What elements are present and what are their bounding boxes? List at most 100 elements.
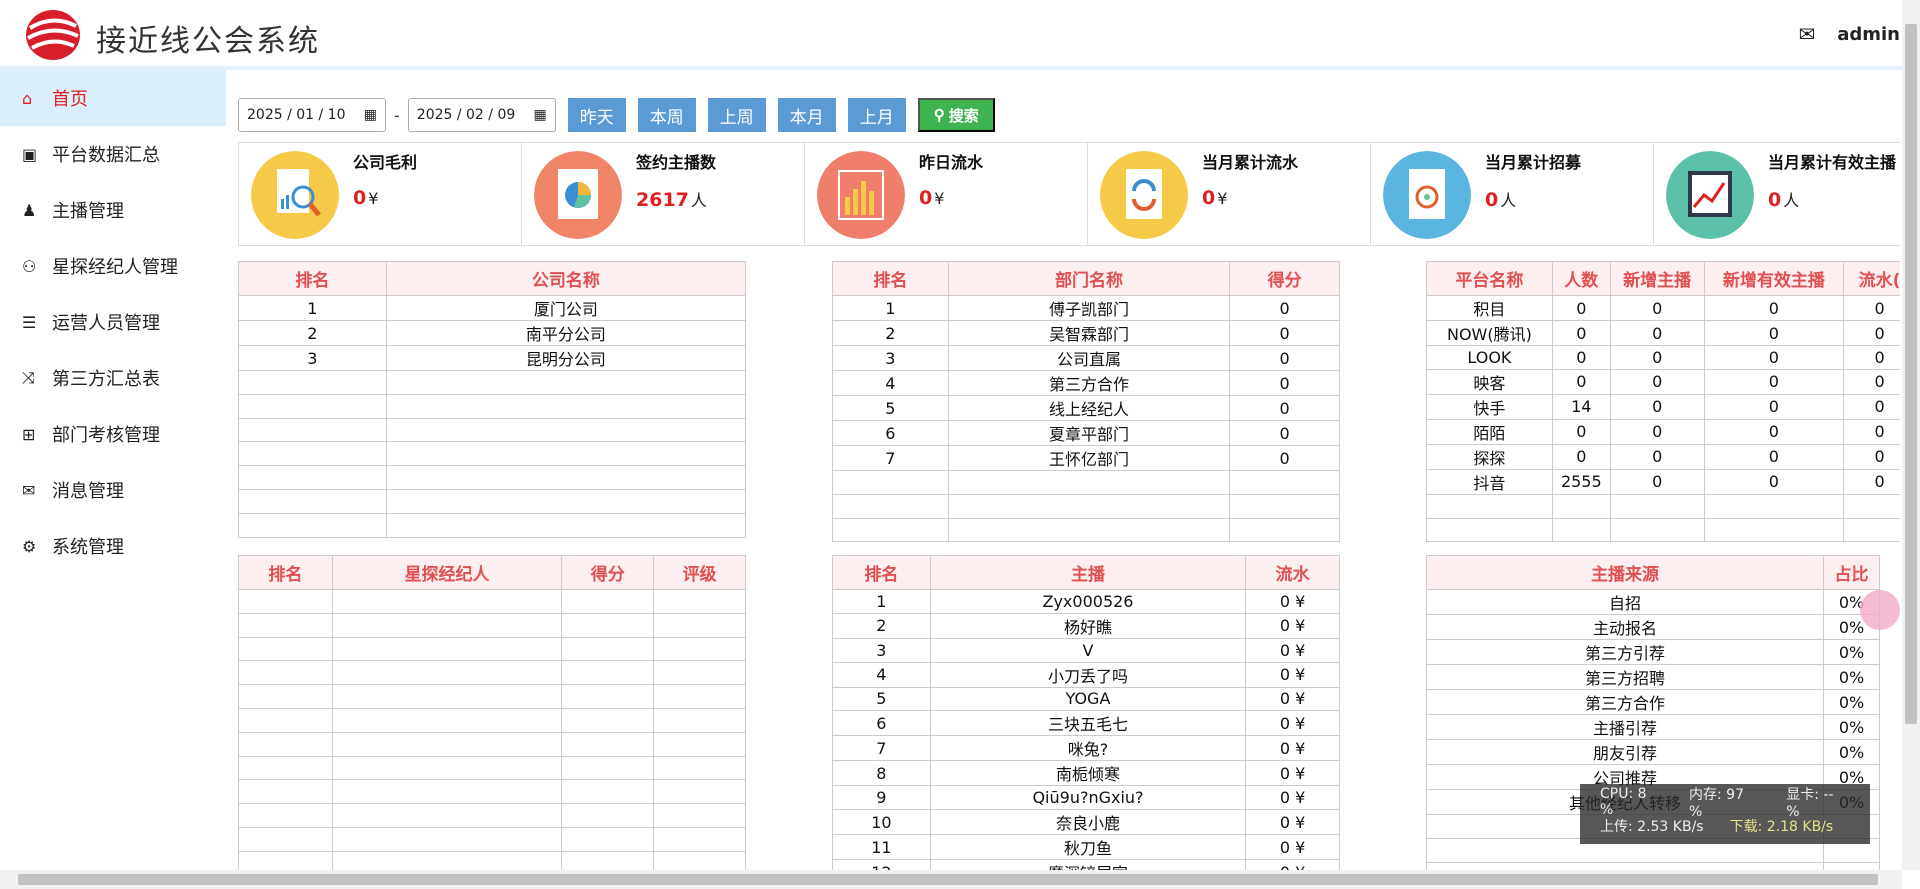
sidebar-item-third-party[interactable]: ⤨ 第三方汇总表 — [0, 350, 226, 406]
scrollbar-thumb[interactable] — [1905, 24, 1917, 724]
table-cell: 0 ¥ — [1245, 859, 1340, 870]
table-cell — [561, 660, 655, 686]
stat-label: 公司毛利 — [353, 153, 418, 172]
table-cell: 0 — [1843, 320, 1900, 346]
table-cell — [238, 612, 333, 638]
sidebar-item-label: 首页 — [52, 89, 88, 110]
table-cell: 11 — [832, 834, 931, 861]
download-speed: 下载: 2.18 KB/s — [1729, 819, 1834, 835]
target-document-icon — [1383, 151, 1471, 239]
last-month-button[interactable]: 上月 — [847, 98, 906, 132]
table-cell — [561, 731, 655, 757]
table-cell — [331, 803, 563, 828]
table-cell: 傅子凯部门 — [947, 295, 1231, 321]
sidebar-item-operators[interactable]: ☰ 运营人员管理 — [0, 294, 226, 350]
table-cell — [238, 488, 387, 514]
table-cell: 0 — [1609, 468, 1705, 495]
sidebar-item-home[interactable]: ⌂ 首页 — [0, 70, 226, 126]
table-cell: 0 — [1551, 443, 1611, 470]
table-cell — [238, 779, 333, 805]
table-cell: NOW(腾讯) — [1426, 320, 1553, 346]
table-cell: 5 — [832, 686, 931, 712]
sidebar-item-messages[interactable]: ✉ 消息管理 — [0, 462, 226, 518]
table-cell — [1703, 517, 1845, 543]
table-cell — [331, 589, 563, 614]
user-name[interactable]: admin — [1837, 24, 1900, 45]
gpu-usage: 显卡: -- % — [1786, 787, 1834, 820]
vertical-scrollbar[interactable] — [1902, 0, 1920, 870]
start-date-input[interactable]: 2025 / 01 / 10 ▦ — [238, 98, 386, 132]
table-row: 2 杨好瞧 0 ¥ — [832, 612, 1340, 639]
table-cell: LOOK — [1426, 345, 1553, 370]
column-header: 流水( — [1843, 261, 1900, 296]
table-cell: 6 — [832, 420, 949, 446]
table-row: 5 YOGA 0 ¥ — [832, 686, 1340, 712]
column-header: 公司名称 — [385, 261, 747, 296]
search-button[interactable]: ⚲ 搜索 — [917, 98, 995, 132]
table-cell: 0 — [1551, 320, 1611, 346]
table-row: 1 Zyx000526 0 ¥ — [832, 589, 1340, 614]
sidebar-item-label: 主播管理 — [52, 201, 124, 222]
column-header: 部门名称 — [947, 261, 1231, 296]
mail-icon[interactable]: ✉ — [1798, 22, 1815, 46]
table-cell: 0 ¥ — [1245, 809, 1340, 836]
table-row: 12黁深铲屎官0 ¥ — [832, 859, 1340, 870]
table-cell — [385, 512, 747, 538]
this-month-button[interactable]: 本月 — [777, 98, 836, 132]
table-cell: Qiū9u?nGxiu? — [929, 785, 1247, 811]
table-cell: 奈良小鹿 — [929, 809, 1247, 836]
table-row: 1 傅子凯部门 0 — [832, 295, 1340, 321]
sidebar-item-label: 运营人员管理 — [52, 313, 160, 334]
table-cell — [561, 636, 655, 662]
sidebar-item-dept-assessment[interactable]: ⊞ 部门考核管理 — [0, 406, 226, 462]
table-cell — [561, 612, 655, 638]
table-cell: 0 — [1703, 418, 1845, 445]
platform-summary-table: 平台名称 人数 新增主播 新增有效主播 流水(积目 0 0 0 0 NOW(腾讯) 0 0 0 0 LOOK… — [1426, 261, 1900, 543]
table-cell — [238, 370, 387, 395]
sidebar-item-platform-summary[interactable]: ▣ 平台数据汇总 — [0, 126, 226, 182]
table-row: 映客 0 0 0 0 — [1426, 368, 1900, 395]
table-cell: 0 — [1551, 295, 1611, 321]
table-cell: 2 — [832, 320, 949, 346]
horizontal-scrollbar[interactable] — [0, 870, 1902, 889]
table-cell: 咪兔? — [929, 735, 1247, 762]
table-cell: 0 — [1703, 368, 1845, 395]
table-cell — [238, 707, 333, 733]
last-week-button[interactable]: 上周 — [707, 98, 766, 132]
company-ranking-table: 排名 公司名称 1 厦门公司 2 南平分公司 3 昆明分公司 — [238, 261, 747, 538]
start-date-value: 2025 / 01 / 10 — [247, 107, 346, 123]
sidebar-item-agents[interactable]: ⚇ 星探经纪人管理 — [0, 238, 226, 294]
table-cell: 抖音 — [1426, 468, 1553, 495]
table-row: 主播引荐 0% — [1425, 714, 1880, 740]
floating-action-button[interactable] — [1860, 590, 1900, 630]
column-header: 占比 — [1823, 555, 1880, 590]
end-date-input[interactable]: 2025 / 02 / 09 ▦ — [407, 98, 556, 132]
end-date-value: 2025 / 02 / 09 — [416, 107, 516, 123]
scrollbar-thumb[interactable] — [18, 874, 1878, 885]
table-cell — [1551, 517, 1611, 543]
table-cell — [561, 779, 655, 805]
this-week-button[interactable]: 本周 — [637, 98, 696, 132]
table-cell: 5 — [832, 395, 949, 421]
sidebar-item-streamers[interactable]: ♟ 主播管理 — [0, 182, 226, 238]
stat-value: 0 ¥ — [919, 187, 945, 209]
table-cell — [947, 493, 1231, 519]
table-cell — [653, 707, 746, 733]
table-cell: 黁深铲屎官 — [929, 859, 1247, 870]
table-cell: 0% — [1823, 739, 1880, 765]
table-cell — [331, 707, 563, 733]
table-cell: 4 — [832, 370, 949, 396]
yesterday-button[interactable]: 昨天 — [567, 98, 626, 132]
stat-card-signed-streamers: 签约主播数 2617 人 — [522, 143, 805, 245]
table-cell — [1426, 493, 1553, 519]
table-cell — [238, 803, 333, 828]
table-row: NOW(腾讯) 0 0 0 0 — [1426, 320, 1900, 346]
table-cell — [331, 731, 563, 757]
calendar-icon[interactable]: ▦ — [534, 107, 547, 123]
table-row — [1426, 517, 1900, 543]
table-cell — [1703, 493, 1845, 519]
calendar-icon[interactable]: ▦ — [364, 107, 377, 123]
table-cell: 1 — [832, 295, 949, 321]
table-cell: 0 ¥ — [1245, 589, 1340, 614]
sidebar-item-system[interactable]: ⚙ 系统管理 — [0, 518, 226, 574]
